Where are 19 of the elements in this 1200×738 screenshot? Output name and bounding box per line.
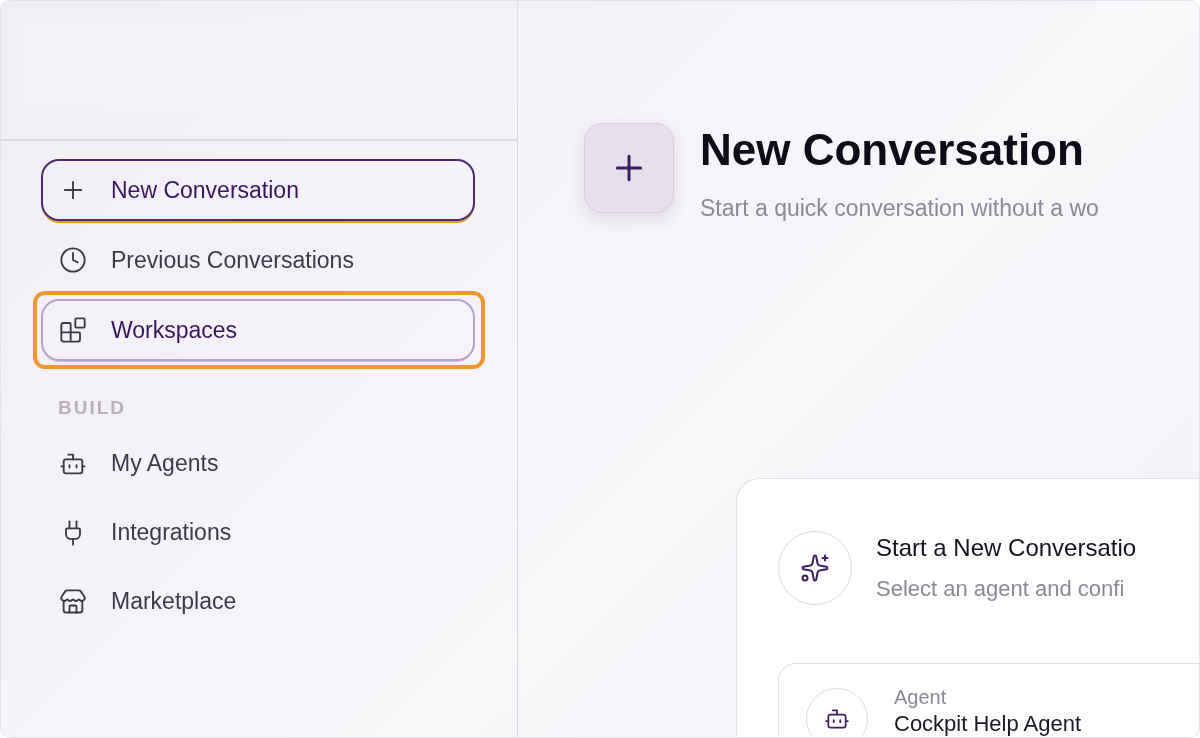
agent-label: Agent [894, 686, 948, 709]
store-icon [59, 587, 87, 616]
nav-item[interactable]: Marketplace [41, 567, 475, 636]
agent-selector[interactable]: Agent Cockpit Help Agent [778, 663, 1199, 737]
clock-icon [59, 246, 87, 274]
card-subtitle: Select an agent and confi [876, 576, 1126, 602]
card-title: Start a New Conversatio [876, 534, 1137, 562]
page-title: New Conversation [700, 125, 1085, 175]
agent-name: Cockpit Help Agent [894, 711, 1082, 737]
section-label: BUILD [57, 396, 128, 420]
nav-item[interactable]: My Agents [41, 429, 475, 498]
sparkles-icon [800, 553, 830, 583]
nav-item[interactable]: Previous Conversations [41, 229, 475, 291]
page-subtitle: Start a quick conversation without a wo [700, 195, 1099, 222]
robot-icon [824, 706, 850, 732]
blocks-icon [59, 316, 87, 344]
nav-item[interactable]: New Conversation [41, 159, 475, 221]
nav-item[interactable]: Workspaces [41, 299, 475, 361]
nav-item[interactable]: Integrations [41, 498, 475, 567]
